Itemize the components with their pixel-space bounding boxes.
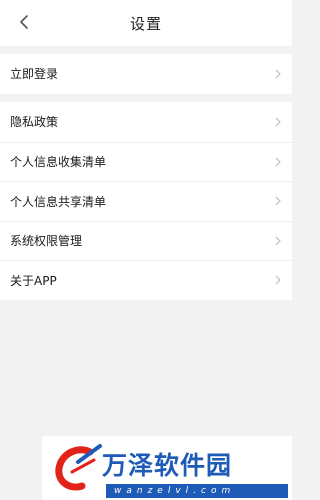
about-app-label: 关于APP	[10, 273, 57, 288]
watermark-brand-cn: 万泽软件园	[102, 451, 233, 480]
settings-screen: 设置 立即登录 隐私政策 个人信息收集清单 个人信息共享清单 系统权限管理 关于…	[0, 0, 292, 500]
info-collection-list-row[interactable]: 个人信息收集清单	[0, 141, 292, 182]
chevron-right-icon	[274, 236, 282, 246]
watermark-brand-en: wanzelvl.com	[106, 484, 288, 498]
chevron-right-icon	[274, 157, 282, 167]
chevron-right-icon	[274, 196, 282, 206]
watermark-logo-icon	[50, 442, 104, 494]
info-sharing-list-label: 个人信息共享清单	[10, 194, 107, 209]
chevron-right-icon	[274, 69, 282, 79]
about-app-row[interactable]: 关于APP	[0, 260, 292, 300]
top-bar: 设置	[0, 0, 292, 46]
chevron-right-icon	[274, 117, 282, 127]
chevron-right-icon	[274, 275, 282, 285]
info-collection-list-label: 个人信息收集清单	[10, 155, 107, 170]
settings-group: 隐私政策 个人信息收集清单 个人信息共享清单 系统权限管理 关于APP	[0, 102, 292, 300]
system-permissions-label: 系统权限管理	[10, 234, 83, 249]
privacy-policy-label: 隐私政策	[10, 115, 59, 130]
info-sharing-list-row[interactable]: 个人信息共享清单	[0, 181, 292, 221]
site-watermark: 万泽软件园 wanzelvl.com	[42, 436, 292, 500]
privacy-policy-row[interactable]: 隐私政策	[0, 102, 292, 142]
page-title: 设置	[129, 15, 162, 33]
login-group: 立即登录	[0, 54, 292, 94]
login-row[interactable]: 立即登录	[0, 54, 292, 94]
login-label: 立即登录	[10, 67, 59, 82]
system-permissions-row[interactable]: 系统权限管理	[0, 220, 292, 261]
